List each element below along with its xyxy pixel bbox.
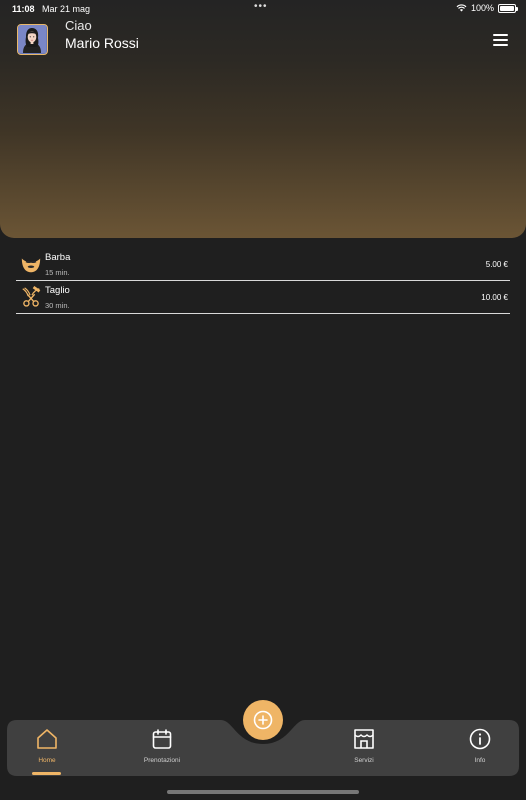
tab-label: Info (474, 757, 486, 764)
service-item-barba[interactable]: Barba 15 min. 5.00 € (16, 249, 510, 281)
scissors-icon (22, 286, 41, 307)
greeting-text: Ciao (65, 18, 92, 33)
user-name: Mario Rossi (65, 35, 139, 51)
multitasking-dots-icon[interactable]: ••• (254, 1, 268, 12)
service-price: 10.00 € (481, 293, 508, 302)
tab-label: Prenotazioni (143, 757, 181, 764)
service-duration: 30 min. (45, 301, 70, 310)
hamburger-menu-icon[interactable] (493, 34, 508, 46)
status-indicators: 100% (456, 3, 518, 13)
status-time: 11:08 (12, 4, 35, 14)
calendar-icon (152, 729, 172, 749)
tab-prenotazioni[interactable]: Prenotazioni (127, 727, 197, 773)
avatar[interactable] (17, 24, 48, 55)
active-tab-indicator (32, 772, 61, 775)
header-banner: 11:08 Mar 21 mag ••• 100% Ciao Mario Ros… (0, 0, 526, 238)
status-bar: 11:08 Mar 21 mag ••• 100% (0, 0, 526, 18)
info-icon (469, 728, 491, 750)
wifi-icon (456, 4, 467, 12)
tab-label: Home (38, 757, 56, 764)
service-item-taglio[interactable]: Taglio 30 min. 10.00 € (16, 282, 510, 314)
status-date: Mar 21 mag (42, 4, 91, 14)
tab-servizi[interactable]: Servizi (329, 727, 399, 773)
tab-label: Servizi (354, 757, 374, 764)
battery-icon (498, 3, 518, 13)
service-duration: 15 min. (45, 268, 70, 277)
avatar-portrait-icon (18, 25, 46, 53)
service-name: Barba (45, 252, 71, 263)
shop-icon (354, 729, 374, 749)
beard-icon (21, 258, 41, 273)
services-list: Barba 15 min. 5.00 € Taglio 30 min. 10.0… (16, 249, 510, 314)
plus-circle-icon (253, 710, 273, 730)
home-icon (37, 729, 57, 749)
battery-percentage: 100% (470, 3, 494, 13)
service-name: Taglio (45, 285, 70, 296)
new-booking-button[interactable] (243, 700, 283, 740)
service-price: 5.00 € (485, 260, 508, 269)
tab-home[interactable]: Home (12, 727, 82, 773)
tab-info[interactable]: Info (445, 727, 515, 773)
home-indicator[interactable] (167, 790, 359, 794)
